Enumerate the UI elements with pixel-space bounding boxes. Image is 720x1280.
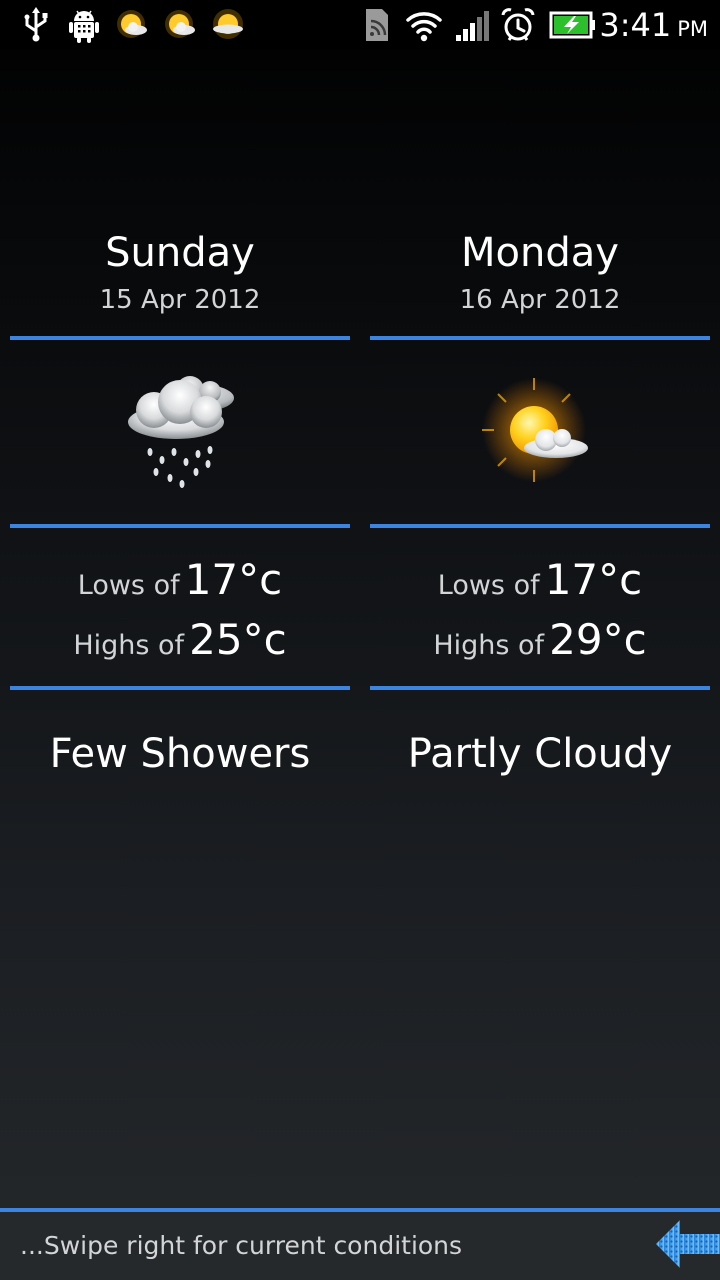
- forecast-day-sunday: Sunday 15 Apr 2012 Lows of 17°c Highs of…: [10, 0, 350, 800]
- divider: [10, 524, 350, 528]
- divider: [370, 336, 710, 340]
- highs-label: Highs of: [433, 630, 545, 661]
- day-date: 16 Apr 2012: [459, 285, 621, 315]
- swipe-arrow-icon[interactable]: [654, 1214, 720, 1274]
- partly-cloudy-icon: [470, 360, 610, 500]
- day-name: Sunday: [105, 230, 255, 276]
- divider: [370, 524, 710, 528]
- divider: [370, 686, 710, 690]
- condition-text: Partly Cloudy: [407, 731, 673, 777]
- highs-row: Highs of 25°c: [10, 612, 350, 668]
- lows-value: 17°c: [544, 555, 643, 604]
- day-date: 15 Apr 2012: [99, 285, 261, 315]
- highs-value: 29°c: [549, 615, 647, 664]
- day-name: Monday: [461, 230, 619, 276]
- divider: [10, 336, 350, 340]
- lows-label: Lows of: [437, 570, 540, 601]
- forecast-day-monday: Monday 16 Apr 2012 Lows of 17°c Highs of…: [370, 0, 710, 800]
- swipe-hint-text: ...Swipe right for current conditions: [20, 1231, 463, 1260]
- lows-value: 17°c: [184, 555, 283, 604]
- highs-value: 25°c: [189, 615, 287, 664]
- highs-row: Highs of 29°c: [370, 612, 710, 668]
- condition-text: Few Showers: [49, 731, 311, 777]
- lows-row: Lows of 17°c: [10, 552, 350, 608]
- lows-row: Lows of 17°c: [370, 552, 710, 608]
- divider: [10, 686, 350, 690]
- lows-label: Lows of: [77, 570, 180, 601]
- few-showers-icon: [110, 360, 250, 500]
- highs-label: Highs of: [73, 630, 185, 661]
